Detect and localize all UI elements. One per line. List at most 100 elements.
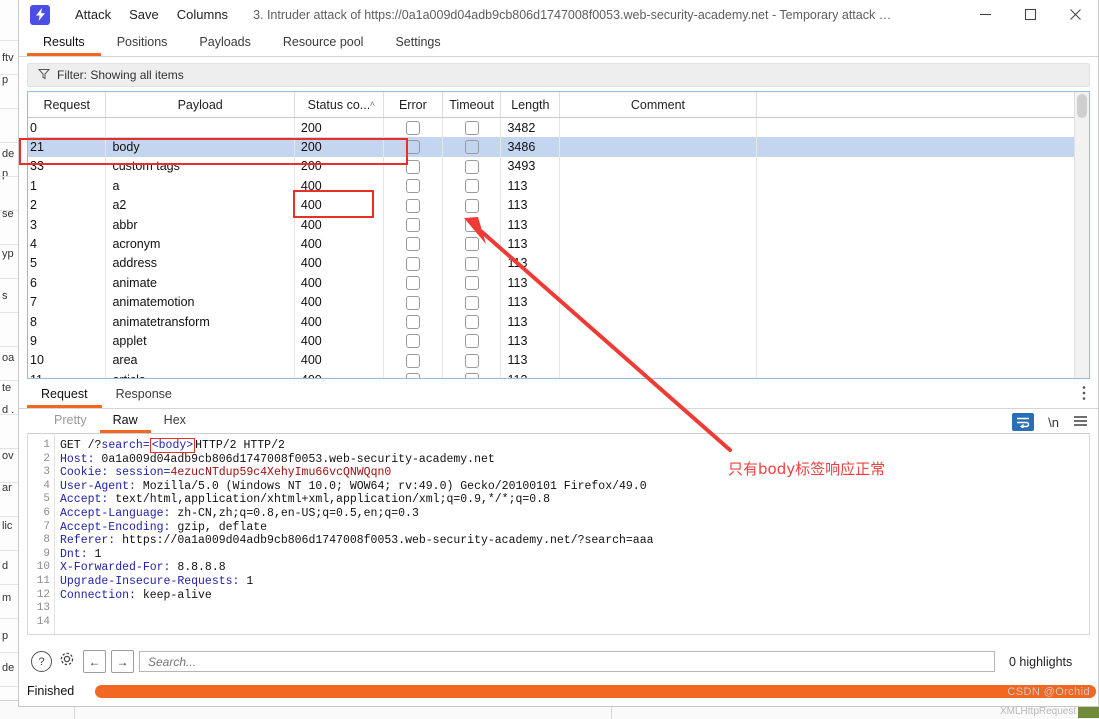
tab-hex[interactable]: Hex [151,411,199,433]
error-checkbox[interactable] [405,140,420,155]
editor-menu-icon[interactable] [1073,415,1088,430]
cell-error-checkbox[interactable] [383,156,443,177]
col-status-code[interactable]: Status co... ˄ [294,92,385,118]
timeout-checkbox[interactable] [464,256,479,271]
col-comment[interactable]: Comment [559,92,757,118]
overflow-menu-icon[interactable] [1082,385,1086,402]
cell-timeout-checkbox[interactable] [442,195,502,215]
error-checkbox[interactable] [405,276,420,291]
search-back-button[interactable]: ← [83,650,106,673]
cell-timeout-checkbox[interactable] [442,117,502,138]
table-row[interactable]: 6 animate 400 113 [28,273,1089,293]
cell-timeout-checkbox[interactable] [442,234,502,254]
cell-timeout-checkbox[interactable] [442,273,502,293]
close-button[interactable] [1053,0,1098,29]
table-row[interactable]: 0 200 3482 [28,117,1089,138]
error-checkbox[interactable] [405,121,420,136]
cell-error-checkbox[interactable] [383,117,443,138]
col-request[interactable]: Request [28,92,107,118]
cell-error-checkbox[interactable] [383,195,443,215]
table-row[interactable]: 4 acronym 400 113 [28,234,1089,254]
timeout-checkbox[interactable] [464,373,479,378]
cell-error-checkbox[interactable] [383,214,443,235]
search-input[interactable] [139,651,995,672]
table-row[interactable]: 5 address 400 113 [28,253,1089,274]
cell-timeout-checkbox[interactable] [442,253,502,274]
timeout-checkbox[interactable] [464,353,479,368]
error-checkbox[interactable] [405,314,420,329]
tab-settings[interactable]: Settings [379,32,456,56]
tab-payloads[interactable]: Payloads [183,32,266,56]
cell-timeout-checkbox[interactable] [442,137,502,157]
search-forward-button[interactable]: → [111,650,134,673]
tab-pretty[interactable]: Pretty [41,411,100,433]
cell-error-checkbox[interactable] [383,273,443,293]
gear-icon[interactable] [59,651,75,672]
filter-bar[interactable]: Filter: Showing all items [27,63,1090,87]
error-checkbox[interactable] [405,373,420,378]
error-checkbox[interactable] [405,218,420,232]
col-error[interactable]: Error [383,92,443,118]
results-scrollbar-thumb[interactable] [1077,94,1087,118]
tab-request[interactable]: Request [27,384,102,408]
timeout-checkbox[interactable] [464,237,479,252]
timeout-checkbox[interactable] [464,159,479,174]
word-wrap-icon[interactable] [1012,413,1035,431]
table-row[interactable]: 21 body 200 3486 [28,137,1089,157]
tab-results[interactable]: Results [27,32,101,56]
cell-timeout-checkbox[interactable] [442,156,502,177]
menu-save[interactable]: Save [120,3,168,26]
timeout-checkbox[interactable] [464,314,479,329]
tab-resource-pool[interactable]: Resource pool [267,32,380,56]
timeout-checkbox[interactable] [464,276,479,291]
cell-error-checkbox[interactable] [383,350,443,371]
cell-timeout-checkbox[interactable] [442,370,502,378]
table-row[interactable]: 3 abbr 400 113 [28,214,1089,235]
tab-response[interactable]: Response [102,384,186,408]
cell-timeout-checkbox[interactable] [442,311,502,332]
request-raw-editor[interactable]: 1 2 3 4 5 6 7 8 9 10 11 12 13 14 GET /?search= <body> H… [27,433,1090,635]
timeout-checkbox[interactable] [464,295,479,310]
col-timeout[interactable]: Timeout [442,92,502,118]
error-checkbox[interactable] [405,295,420,310]
cell-timeout-checkbox[interactable] [442,350,502,371]
cell-error-checkbox[interactable] [383,331,443,351]
error-checkbox[interactable] [405,198,420,213]
error-checkbox[interactable] [405,256,420,271]
minimize-button[interactable] [963,0,1008,29]
error-checkbox[interactable] [405,237,420,252]
table-row[interactable]: 11article400 113 [28,370,1089,378]
col-length[interactable]: Length [500,92,561,118]
table-row[interactable]: 7 animatemotion 400 113 [28,292,1089,312]
results-scrollbar[interactable] [1074,92,1089,378]
table-row[interactable]: 10 area 400 113 [28,350,1089,371]
table-row[interactable]: 8 animatetransform 400 113 [28,311,1089,332]
newline-toggle[interactable]: \n [1048,415,1059,430]
error-checkbox[interactable] [405,179,420,194]
timeout-checkbox[interactable] [464,334,479,349]
menu-columns[interactable]: Columns [168,3,237,26]
table-row[interactable]: 33 custom tags 200 3493 [28,156,1089,177]
timeout-checkbox[interactable] [464,198,479,213]
cell-timeout-checkbox[interactable] [442,292,502,312]
table-row[interactable]: 9 applet 400 113 [28,331,1089,351]
cell-timeout-checkbox[interactable] [442,176,502,196]
col-payload[interactable]: Payload [105,92,295,118]
tab-raw[interactable]: Raw [99,411,151,433]
cell-error-checkbox[interactable] [383,176,443,196]
timeout-checkbox[interactable] [464,121,479,136]
timeout-checkbox[interactable] [464,179,479,194]
table-row[interactable]: 1 a 400 113 [28,176,1089,196]
cell-error-checkbox[interactable] [383,370,443,378]
table-row[interactable]: 2 a2 400 113 [28,195,1089,215]
cell-error-checkbox[interactable] [383,292,443,312]
menu-attack[interactable]: Attack [66,3,120,26]
timeout-checkbox[interactable] [464,140,479,155]
help-icon[interactable]: ? [31,651,52,672]
cell-error-checkbox[interactable] [383,234,443,254]
error-checkbox[interactable] [405,159,420,174]
cell-error-checkbox[interactable] [383,137,443,157]
timeout-checkbox[interactable] [464,218,479,232]
error-checkbox[interactable] [405,334,420,349]
error-checkbox[interactable] [405,353,420,368]
